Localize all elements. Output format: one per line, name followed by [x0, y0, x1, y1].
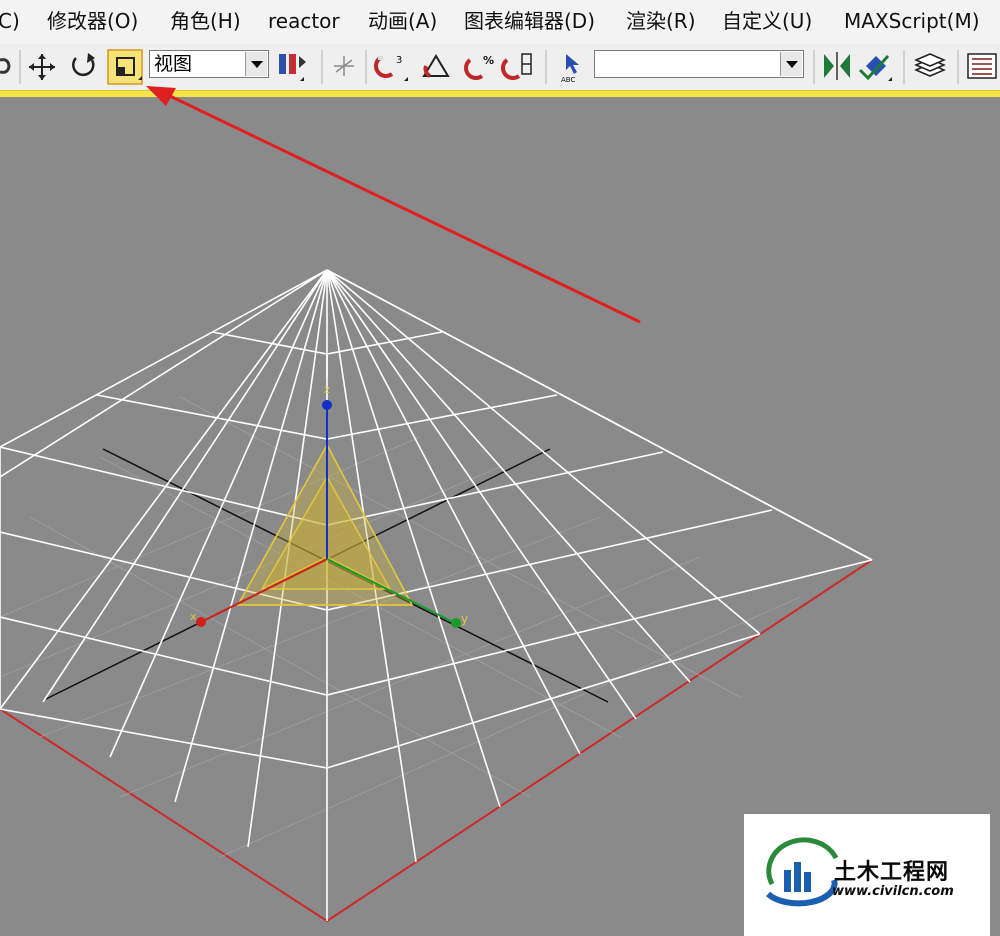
- scale-icon[interactable]: [107, 49, 143, 85]
- home-grid: [0, 396, 801, 858]
- edit-named-selection-icon[interactable]: ABC: [561, 54, 579, 84]
- pivot-icon[interactable]: [279, 54, 306, 81]
- pyramid-mesh[interactable]: z x y: [0, 269, 873, 923]
- align-icon[interactable]: [858, 54, 892, 81]
- curve-editor-icon[interactable]: [967, 53, 997, 79]
- svg-text:%: %: [483, 54, 494, 67]
- menu-item-animation[interactable]: 动画(A): [368, 8, 437, 34]
- selected-object[interactable]: [236, 443, 414, 606]
- angle-snap-icon[interactable]: [422, 54, 450, 78]
- perspective-viewport[interactable]: z x y: [0, 97, 1000, 936]
- watermark-site-url: www.civilcn.com: [832, 884, 954, 899]
- menu-item-modifiers[interactable]: 修改器(O): [47, 8, 138, 34]
- y-axis-endpoint[interactable]: [451, 618, 461, 628]
- reference-coord-system-value: 视图: [154, 53, 193, 75]
- menu-item-graph-editors[interactable]: 图表编辑器(D): [464, 8, 595, 34]
- select-and-link-icon[interactable]: [0, 58, 11, 74]
- mirror-icon[interactable]: [824, 52, 850, 80]
- chevron-down-icon[interactable]: [780, 52, 802, 76]
- percent-snap-icon[interactable]: %: [464, 54, 494, 80]
- x-axis-label: x: [190, 610, 197, 623]
- rotate-icon[interactable]: [72, 53, 95, 77]
- menu-item-character[interactable]: 角色(H): [170, 8, 241, 34]
- named-selection-set-dropdown[interactable]: [594, 50, 804, 78]
- menu-item-customize[interactable]: 自定义(U): [722, 8, 812, 34]
- menu-item-maxscript[interactable]: MAXScript(M): [844, 8, 980, 34]
- move-icon[interactable]: [29, 54, 55, 80]
- reference-coord-system-dropdown[interactable]: 视图: [149, 50, 269, 78]
- svg-text:ABC: ABC: [561, 76, 575, 84]
- svg-text:3: 3: [396, 55, 402, 66]
- snap-toggle-icon[interactable]: [334, 56, 354, 76]
- x-axis-endpoint[interactable]: [196, 617, 206, 627]
- z-axis-endpoint[interactable]: [322, 400, 332, 410]
- watermark-logo: 土木工程网 www.civilcn.com: [744, 814, 990, 936]
- z-axis-label: z: [324, 383, 330, 396]
- main-toolbar: 3 % ABC 视图: [0, 44, 1000, 90]
- layer-manager-icon[interactable]: [914, 53, 946, 77]
- menu-item-reactor[interactable]: reactor: [268, 8, 340, 34]
- spinner-snap-icon[interactable]: [501, 53, 532, 80]
- chevron-down-icon[interactable]: [245, 52, 267, 76]
- watermark-site-name: 土木工程网: [834, 860, 950, 885]
- 3d-snap-icon[interactable]: 3: [374, 55, 408, 81]
- y-axis-label: y: [461, 612, 468, 626]
- active-viewport-border: [0, 90, 1000, 97]
- menu-bar: C) 修改器(O) 角色(H) reactor 动画(A) 图表编辑器(D) 渲…: [0, 0, 1000, 44]
- pyramid-wireframe: [0, 269, 873, 921]
- menu-item-rendering[interactable]: 渲染(R): [626, 8, 696, 34]
- menu-item-create[interactable]: C): [0, 8, 20, 34]
